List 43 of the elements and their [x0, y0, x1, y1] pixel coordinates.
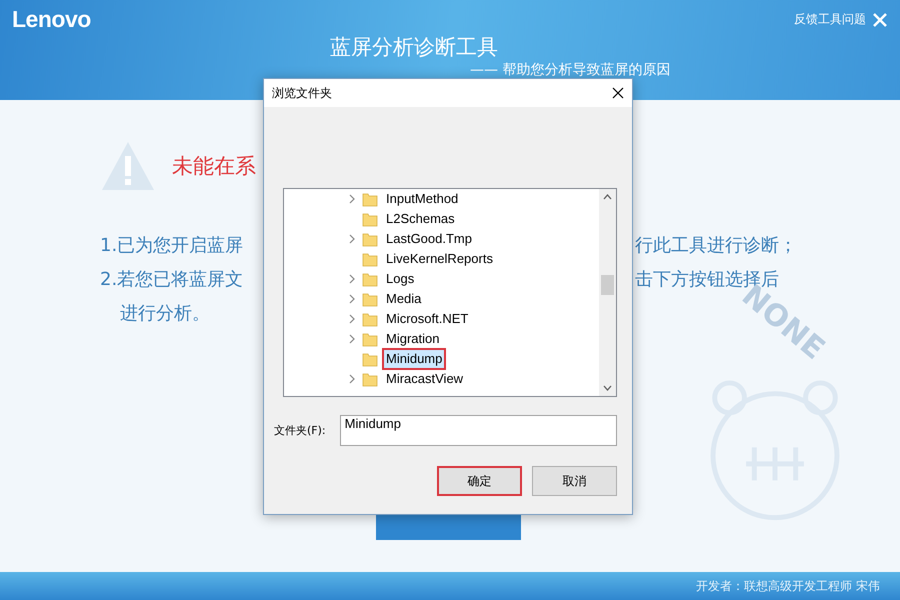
scroll-down-icon[interactable]	[603, 385, 612, 391]
folder-icon	[362, 291, 378, 307]
chevron-icon[interactable]	[349, 194, 355, 204]
ok-button[interactable]: 确定	[437, 466, 522, 496]
folder-item[interactable]: Migration	[382, 328, 444, 350]
folder-icon	[362, 231, 378, 247]
cancel-button[interactable]: 取消	[532, 466, 617, 496]
folder-label: 文件夹(F):	[274, 423, 326, 438]
folder-icon	[362, 331, 378, 347]
folder-item[interactable]: Logs	[382, 268, 418, 290]
warning-text: 未能在系	[172, 153, 256, 180]
warning-icon	[100, 140, 156, 192]
chevron-icon[interactable]	[349, 374, 355, 384]
developer-credit: 开发者：联想高级开发工程师 宋伟	[696, 578, 880, 594]
instruction-text: 进行分析。	[119, 302, 211, 325]
folder-item[interactable]: Media	[382, 288, 426, 310]
folder-icon	[362, 351, 378, 367]
folder-item[interactable]: MiracastView	[382, 368, 468, 390]
chevron-icon[interactable]	[349, 234, 355, 244]
instruction-text: 1.已为您开启蓝屏	[100, 234, 244, 257]
instruction-text: 行此工具进行诊断；	[635, 234, 797, 257]
scrollbar[interactable]	[599, 189, 616, 396]
app-title: 蓝屏分析诊断工具	[330, 34, 499, 61]
instruction-text: 2.若您已将蓝屏文	[100, 268, 244, 291]
close-icon[interactable]	[612, 87, 624, 99]
folder-item[interactable]: InputMethod	[382, 189, 462, 210]
app-subtitle: —— 帮助您分析导致蓝屏的原因	[470, 62, 672, 79]
scroll-up-icon[interactable]	[603, 194, 612, 200]
folder-icon	[362, 211, 378, 227]
folder-item[interactable]: Minidump	[382, 348, 446, 370]
folder-icon	[362, 311, 378, 327]
folder-icon	[362, 251, 378, 267]
folder-item[interactable]: LastGood.Tmp	[382, 228, 476, 250]
folder-icon	[362, 191, 378, 207]
folder-icon	[362, 271, 378, 287]
folder-field[interactable]: Minidump	[340, 415, 617, 446]
folder-item[interactable]: L2Schemas	[382, 208, 459, 230]
logo: Lenovo	[12, 6, 91, 33]
folder-item[interactable]: LiveKernelReports	[382, 248, 497, 270]
folder-item[interactable]: Microsoft.NET	[382, 308, 472, 330]
folder-icon	[362, 371, 378, 387]
scroll-thumb[interactable]	[601, 275, 614, 295]
dialog-title: 浏览文件夹	[272, 84, 332, 102]
